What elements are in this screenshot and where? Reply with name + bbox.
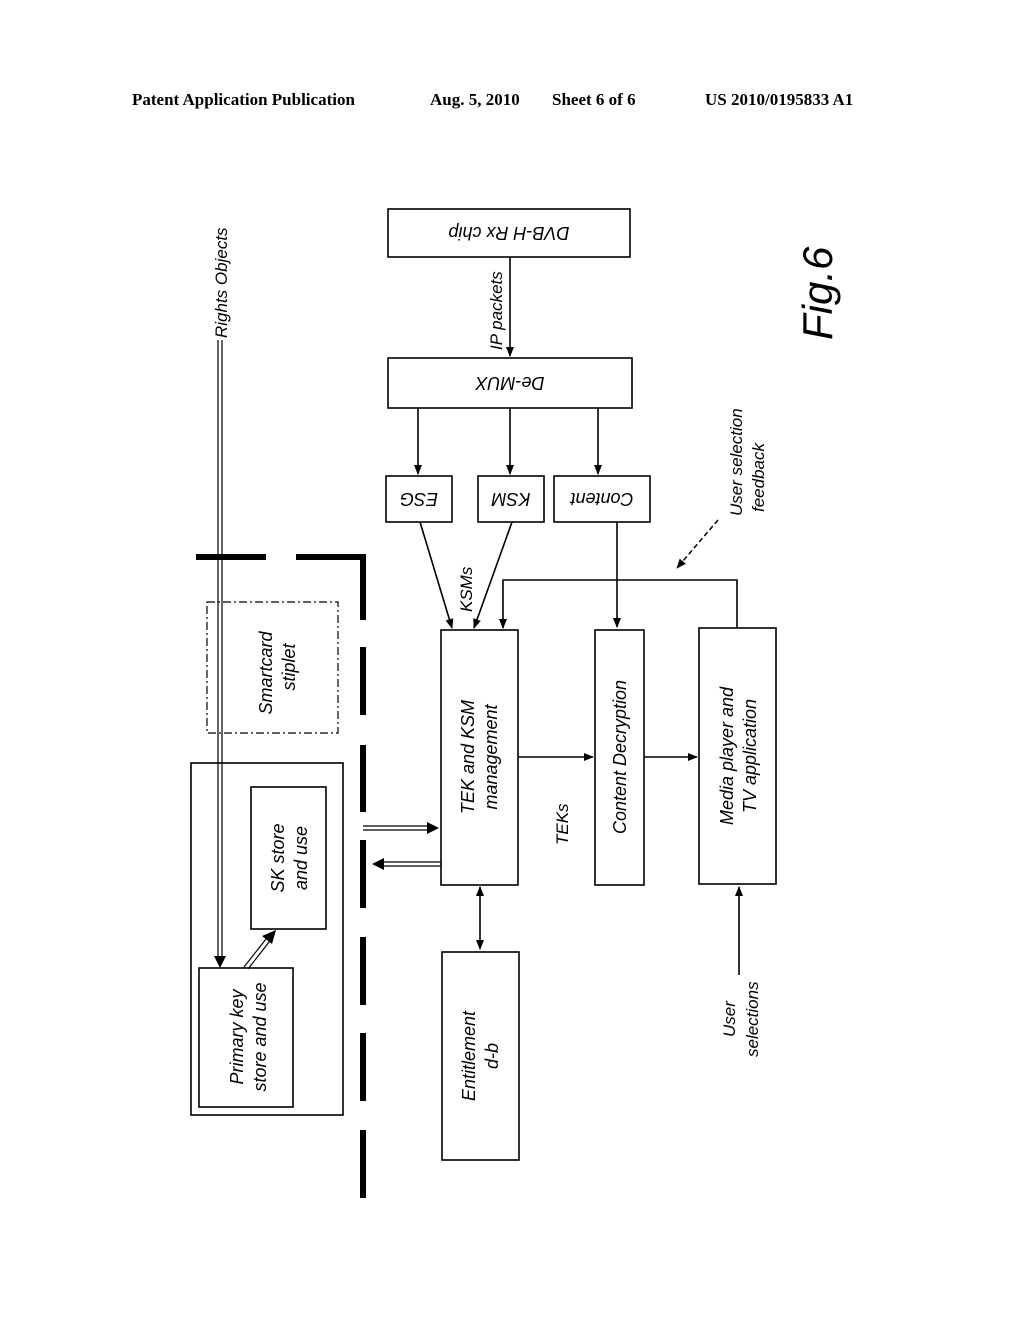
sk-store-box — [250, 786, 327, 930]
boundary-to-tek-arrow — [363, 822, 439, 834]
entitlement-db-box — [441, 951, 520, 1161]
media-player-label-line1: Media player and — [717, 686, 737, 825]
feedback-dashed-arrow — [676, 519, 719, 569]
entitlement-label-line2: d-b — [482, 1043, 502, 1069]
tek-to-boundary-arrow — [372, 858, 441, 870]
feedback-label-line2: feedback — [749, 442, 768, 512]
dvbh-rx-chip-label: DVB-H Rx chip — [448, 223, 569, 243]
esg-label: ESG — [400, 489, 438, 509]
sk-store-label-line1: SK store — [268, 823, 288, 892]
tek-ksm-label-line1: TEK and KSM — [458, 700, 478, 814]
user-selections-line1: User — [720, 1000, 739, 1037]
ip-packets-label: IP packets — [487, 271, 506, 350]
ksms-label: KSMs — [457, 566, 476, 612]
primary-key-label-line1: Primary key — [227, 988, 247, 1084]
teks-label: TEKs — [553, 803, 572, 845]
ksm-label: KSM — [491, 489, 530, 509]
content-decryption-label: Content Decryption — [610, 680, 630, 834]
figure-6-diagram: Fig.6 DVB-H Rx chip IP packets De-MUX ES… — [190, 208, 841, 1198]
content-label: Content — [569, 489, 633, 509]
feedback-label-line1: User selection — [727, 408, 746, 516]
user-selections-line2: selections — [743, 981, 762, 1057]
sk-store-label-line2: and use — [291, 826, 311, 890]
smartcard-label-line1: Smartcard — [256, 631, 276, 715]
esg-to-tek-arrow — [419, 521, 454, 629]
rights-objects-label: Rights Objects — [212, 227, 231, 338]
tek-ksm-label-line2: management — [481, 703, 501, 809]
primary-key-label-line2: store and use — [250, 982, 270, 1091]
media-player-box — [698, 627, 777, 885]
entitlement-label-line1: Entitlement — [459, 1010, 479, 1101]
primary-to-sk-arrow — [243, 930, 276, 970]
tek-ksm-management-box — [440, 629, 519, 886]
media-player-label-line2: TV application — [740, 699, 760, 813]
ksm-to-tek-arrow — [473, 521, 513, 629]
figure-label: Fig.6 — [794, 246, 841, 340]
rights-objects-line — [214, 340, 226, 968]
smartcard-label-line2: stiplet — [279, 642, 299, 690]
feedback-loop-line — [499, 579, 738, 629]
demux-label: De-MUX — [475, 373, 545, 393]
